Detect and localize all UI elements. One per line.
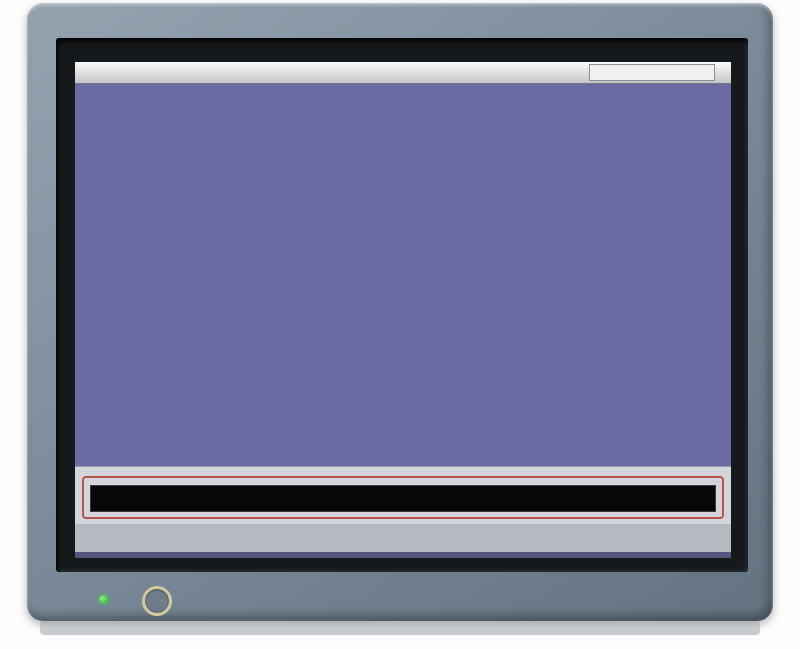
- alarm-panel: [75, 466, 731, 524]
- screen-recess: [56, 38, 748, 572]
- panel-monitor-bezel: [27, 3, 773, 621]
- nav-bar: [75, 524, 731, 552]
- process-diagram-svg: [75, 84, 731, 466]
- alarm-message-box: [90, 485, 716, 512]
- screen-bottom-strip: [75, 552, 731, 558]
- photo-backdrop: [0, 0, 800, 649]
- monitor-base-lip: [40, 620, 760, 635]
- title-bar: [75, 62, 731, 84]
- datetime-display: [589, 64, 715, 81]
- process-diagram: [75, 84, 731, 466]
- io-select-button[interactable]: [142, 586, 172, 616]
- hmi-screen: [75, 62, 731, 558]
- power-led: [99, 595, 108, 604]
- alarm-group-box: [82, 476, 724, 519]
